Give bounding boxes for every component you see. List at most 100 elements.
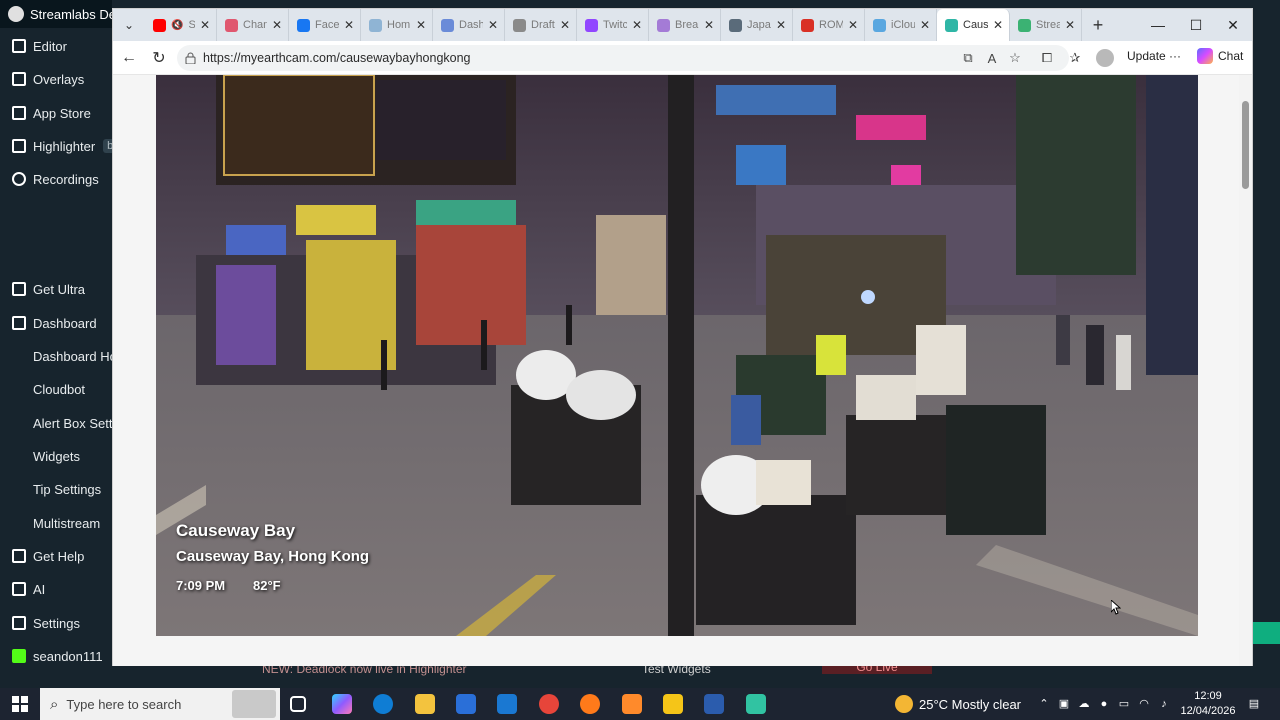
sidebar-item-multistream[interactable]: Multistream (0, 508, 112, 538)
split-screen-icon[interactable]: ⧉ (959, 49, 977, 67)
sidebar-item-label: App Store (33, 105, 91, 121)
browser-tab-7[interactable]: Break ✕ (649, 9, 721, 41)
tab-title: Faceb (315, 19, 339, 31)
sidebar-item-cloudbot[interactable]: Cloudbot (0, 374, 112, 404)
battery-icon[interactable]: ▭ (1116, 696, 1132, 712)
back-button[interactable]: ← (116, 41, 142, 75)
sidebar-item-overlays[interactable]: Overlays (0, 64, 112, 94)
word-icon[interactable] (704, 694, 724, 714)
browser-tab-0[interactable]: 🔇 S ✕ (145, 9, 217, 41)
notifications-icon[interactable]: ▤ (1246, 696, 1262, 712)
browser-tab-5[interactable]: Draft ✕ (505, 9, 577, 41)
extensions-icon[interactable]: ⧠ (1038, 49, 1056, 67)
tab-close-icon[interactable]: ✕ (920, 18, 936, 32)
sidebar-item-get-help[interactable]: Get Help (0, 541, 112, 571)
webcam-video[interactable]: Causeway Bay Causeway Bay, Hong Kong 7:0… (156, 75, 1198, 636)
microsoft-store-icon[interactable] (456, 694, 476, 714)
streamlabs-taskbar-icon[interactable] (746, 694, 766, 714)
browser-tab-2[interactable]: Faceb ✕ (289, 9, 361, 41)
taskbar-clock[interactable]: 12:09 12/04/2026 (1178, 689, 1238, 719)
sidebar-item-dashboard-home[interactable]: Dashboard Home (0, 341, 112, 371)
tray-overflow-icon[interactable]: ⌃ (1036, 696, 1052, 712)
wifi-icon[interactable]: ◠ (1136, 696, 1152, 712)
browser-tab-12[interactable]: Strea ✕ (1010, 9, 1082, 41)
tab-close-icon[interactable]: ✕ (848, 18, 864, 32)
browser-tab-11[interactable]: Caus ✕ (937, 9, 1010, 41)
favorite-star-icon[interactable]: ☆ (1006, 49, 1024, 67)
tab-close-icon[interactable]: ✕ (1065, 18, 1081, 32)
brave-icon[interactable] (622, 694, 642, 714)
maximize-button[interactable]: ☐ (1177, 9, 1215, 41)
streamlabs-right-panel (1253, 28, 1280, 688)
read-aloud-icon[interactable]: A (983, 49, 1001, 67)
sidebar-item-dashboard[interactable]: Dashboard (0, 308, 112, 338)
tab-close-icon[interactable]: ✕ (776, 18, 792, 32)
sidebar-item-highlighter[interactable]: Highlighter beta (0, 131, 112, 161)
tab-title: S (188, 19, 194, 31)
site-info-icon[interactable] (185, 52, 196, 64)
weather-widget[interactable]: 25°C Mostly clear (895, 688, 1021, 720)
sidebar-item-ai[interactable]: AI (0, 574, 112, 604)
page-scrollbar[interactable] (1239, 75, 1252, 666)
tab-close-icon[interactable]: ✕ (993, 18, 1009, 32)
taskbar-search[interactable]: ⌕ Type here to search (40, 688, 280, 720)
task-view-icon[interactable] (290, 696, 306, 712)
tab-close-icon[interactable]: ✕ (704, 18, 720, 32)
tab-close-icon[interactable]: ✕ (272, 18, 288, 32)
volume-icon[interactable]: ♪ (1156, 696, 1172, 712)
sidebar-item-widgets[interactable]: Widgets (0, 441, 112, 471)
firefox-icon[interactable] (580, 694, 600, 714)
profile-avatar[interactable] (1096, 49, 1114, 67)
tab-close-icon[interactable]: ✕ (560, 18, 576, 32)
scrollbar-thumb[interactable] (1242, 101, 1249, 189)
chrome-icon[interactable] (539, 694, 559, 714)
address-bar: ← ↻ https://myearthcam.com/causewaybayho… (113, 41, 1252, 75)
browser-tab-6[interactable]: Twitc ✕ (577, 9, 649, 41)
copilot-taskbar-icon[interactable] (332, 694, 352, 714)
outlook-icon[interactable] (497, 694, 517, 714)
windows-start-icon[interactable] (12, 696, 28, 712)
clock-date: 12/04/2026 (1180, 705, 1236, 717)
tab-muted-icon[interactable]: 🔇 (171, 20, 183, 31)
tab-favicon-icon (585, 18, 598, 32)
sidebar-item-editor[interactable]: Editor (0, 31, 112, 61)
microphone-icon[interactable]: ● (1096, 696, 1112, 712)
tab-close-icon[interactable]: ✕ (632, 18, 648, 32)
browser-tab-4[interactable]: Dashb ✕ (433, 9, 505, 41)
tab-close-icon[interactable]: ✕ (200, 18, 216, 32)
help-icon (12, 549, 26, 563)
tab-close-icon[interactable]: ✕ (344, 18, 360, 32)
file-explorer-icon[interactable] (415, 694, 435, 714)
browser-tab-10[interactable]: iClou ✕ (865, 9, 937, 41)
sidebar-item-settings[interactable]: Settings (0, 608, 112, 638)
sidebar-item-tip-settings[interactable]: Tip Settings (0, 474, 112, 504)
browser-tab-1[interactable]: Chan ✕ (217, 9, 289, 41)
tab-actions-button[interactable]: ⌄ (113, 9, 145, 41)
sidebar-item-app-store[interactable]: App Store (0, 98, 112, 128)
tab-close-icon[interactable]: ✕ (416, 18, 432, 32)
device-icon[interactable]: ▣ (1056, 696, 1072, 712)
url-field[interactable]: https://myearthcam.com/causewaybayhongko… (177, 45, 1069, 71)
favorites-icon[interactable]: ✰ (1066, 49, 1084, 67)
close-window-button[interactable]: ✕ (1214, 9, 1252, 41)
browser-tab-9[interactable]: ROM ✕ (793, 9, 865, 41)
refresh-button[interactable]: ↻ (146, 41, 172, 75)
browser-tab-8[interactable]: Japa ✕ (721, 9, 793, 41)
sidebar-item-label: seandon111 (33, 648, 103, 664)
copilot-chat-button[interactable]: Chat (1197, 48, 1243, 64)
network-drive-icon[interactable]: ☁ (1076, 696, 1092, 712)
sidebar-item-label: Highlighter (33, 138, 96, 154)
url-text: https://myearthcam.com/causewaybayhongko… (203, 51, 471, 65)
sidebar-item-recordings[interactable]: Recordings (0, 164, 112, 194)
sidebar-item-alert-box-settings[interactable]: Alert Box Settings (0, 408, 112, 438)
browser-tab-3[interactable]: Hom ✕ (361, 9, 433, 41)
new-tab-button[interactable]: + (1082, 9, 1114, 41)
sidebar-item-label: Dashboard (33, 315, 97, 331)
sticky-notes-icon[interactable] (663, 694, 683, 714)
edge-taskbar-icon[interactable] (373, 694, 393, 714)
minimize-button[interactable]: — (1139, 9, 1177, 41)
sidebar-item-seandon111[interactable]: seandon111 (0, 641, 112, 671)
update-button[interactable]: Update ··· (1127, 49, 1181, 63)
tab-close-icon[interactable]: ✕ (488, 18, 504, 32)
sidebar-item-get-ultra[interactable]: Get Ultra (0, 274, 112, 304)
